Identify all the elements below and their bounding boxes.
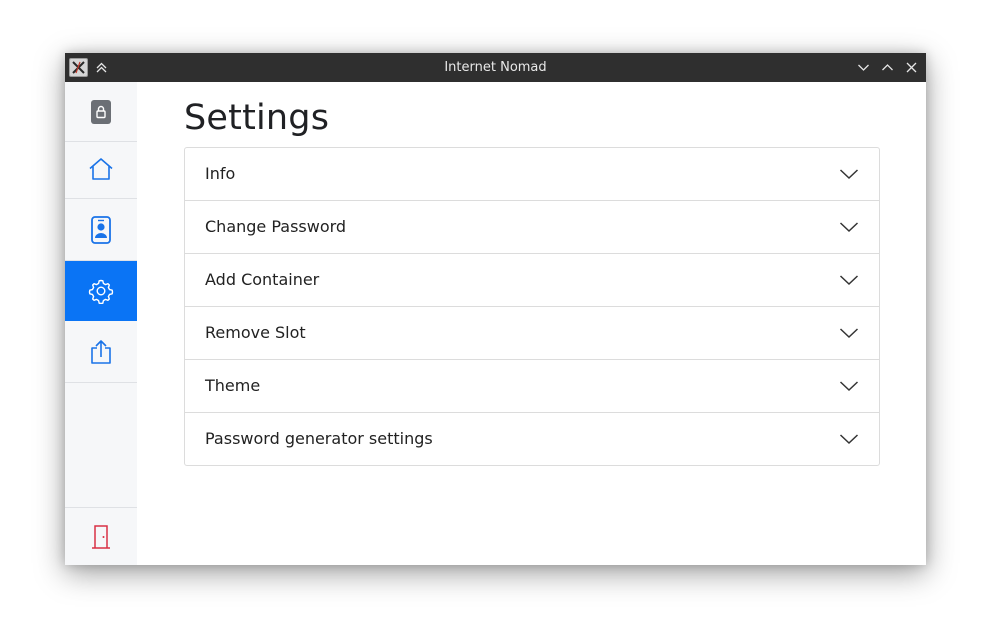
accordion-item-info[interactable]: Info	[185, 148, 879, 201]
lock-icon	[91, 99, 111, 124]
sidebar-item-logout[interactable]	[65, 508, 137, 565]
accordion-label: Password generator settings	[205, 429, 433, 448]
accordion-label: Theme	[205, 376, 261, 395]
gear-icon	[88, 279, 114, 304]
chevron-down-icon	[839, 434, 859, 445]
accordion-item-remove-slot[interactable]: Remove Slot	[185, 307, 879, 360]
sidebar	[65, 82, 137, 565]
close-button[interactable]	[902, 58, 921, 77]
settings-accordion: Info Change Password Add Container Remov…	[184, 147, 880, 466]
chevron-down-icon	[839, 381, 859, 392]
sidebar-item-home[interactable]	[65, 139, 137, 199]
accordion-label: Change Password	[205, 217, 347, 236]
app-window: Internet Nomad Settings Info Change Pass…	[65, 53, 926, 565]
chevron-down-icon	[839, 169, 859, 180]
window-title: Internet Nomad	[444, 60, 547, 75]
door-exit-icon	[92, 524, 110, 549]
accordion-item-add-container[interactable]: Add Container	[185, 254, 879, 307]
sidebar-item-export[interactable]	[65, 322, 137, 383]
sidebar-item-settings[interactable]	[65, 261, 137, 321]
chevron-up-icon	[882, 64, 893, 71]
accordion-label: Add Container	[205, 270, 320, 289]
chevron-down-icon	[839, 275, 859, 286]
sidebar-item-contacts[interactable]	[65, 200, 137, 261]
chevron-down-icon	[839, 328, 859, 339]
accordion-label: Remove Slot	[205, 323, 306, 342]
minimize-button[interactable]	[854, 58, 873, 77]
sidebar-item-lock[interactable]	[65, 82, 137, 142]
upload-icon	[91, 340, 111, 364]
accordion-item-change-password[interactable]: Change Password	[185, 201, 879, 254]
accordion-label: Info	[205, 164, 236, 183]
maximize-button[interactable]	[878, 58, 897, 77]
main-content: Settings Info Change Password Add Contai…	[137, 82, 926, 565]
home-icon	[89, 157, 113, 180]
chevron-down-icon	[858, 64, 869, 71]
accordion-item-password-generator-settings[interactable]: Password generator settings	[185, 413, 879, 465]
accordion-item-theme[interactable]: Theme	[185, 360, 879, 413]
title-bar[interactable]: Internet Nomad	[65, 53, 926, 82]
page-title: Settings	[184, 98, 330, 138]
close-icon	[906, 62, 917, 73]
chevron-down-icon	[839, 222, 859, 233]
contact-card-icon	[91, 216, 111, 244]
